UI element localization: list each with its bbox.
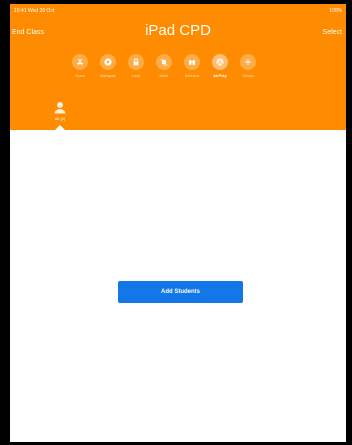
airplay-icon: [212, 54, 228, 70]
status-time: 10:41 Wed 28 Oct: [14, 8, 55, 14]
header: 10:41 Wed 28 Oct 100% End Class iPad CPD…: [10, 4, 346, 130]
binoculars-icon: [184, 54, 200, 70]
action-bar: Open Navigate Lock Mute Screens AirPlay …: [10, 54, 346, 84]
action-group[interactable]: Group: [230, 54, 266, 79]
status-battery: 100%: [329, 8, 342, 14]
status-bar: 10:41 Wed 28 Oct 100%: [10, 7, 346, 15]
app-screen: 10:41 Wed 28 Oct 100% End Class iPad CPD…: [10, 4, 346, 442]
add-students-button[interactable]: Add Students: [118, 281, 243, 303]
person-icon: [54, 102, 66, 114]
plus-icon: [240, 54, 256, 70]
page-title: iPad CPD: [145, 22, 211, 39]
group-label: All (0): [54, 116, 66, 121]
lock-icon: [128, 54, 144, 70]
device-frame: 10:41 Wed 28 Oct 100% End Class iPad CPD…: [0, 0, 352, 445]
select-button[interactable]: Select: [323, 29, 342, 36]
group-tab-all[interactable]: All (0): [42, 100, 78, 122]
compass-icon: [100, 54, 116, 70]
mute-icon: [156, 54, 172, 70]
app-store-icon: [72, 54, 88, 70]
action-label-group: Group: [242, 73, 254, 78]
selected-tab-indicator: [55, 125, 65, 130]
